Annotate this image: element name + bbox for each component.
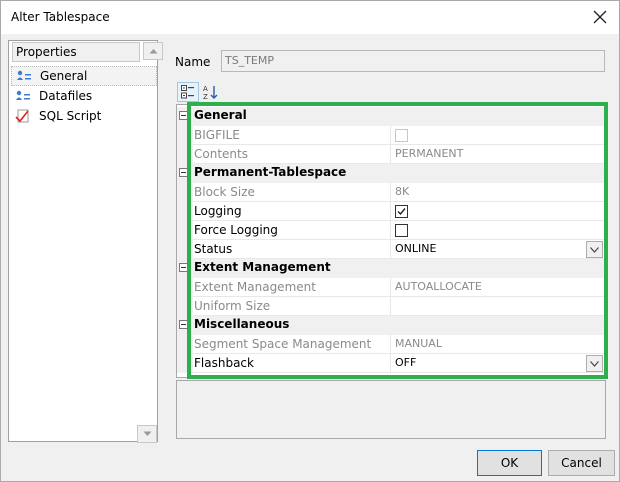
chevron-up-icon <box>149 49 157 54</box>
nav-item-datafiles[interactable]: Datafiles <box>11 86 157 106</box>
property-row-block-size[interactable]: Block Size 8K <box>177 183 605 202</box>
flashback-dropdown-button[interactable] <box>586 355 603 372</box>
property-row-status[interactable]: Status ONLINE <box>177 240 605 259</box>
property-description-panel <box>176 380 606 439</box>
sql-script-icon <box>15 109 31 123</box>
force-logging-checkbox[interactable] <box>395 224 408 237</box>
categorized-button[interactable] <box>177 82 199 102</box>
property-name: Flashback <box>193 354 391 373</box>
property-value <box>391 202 605 221</box>
alphabetical-button[interactable]: AZ <box>199 82 221 102</box>
property-value <box>391 221 605 240</box>
properties-nav-list: General Datafiles SQL Script <box>9 66 157 126</box>
property-value: 8K <box>391 183 605 202</box>
chevron-down-icon <box>590 246 599 253</box>
property-row-uniform-size[interactable]: Uniform Size <box>177 297 605 316</box>
flashback-dropdown[interactable]: OFF <box>391 354 605 373</box>
property-row-bigfile[interactable]: BIGFILE <box>177 126 605 145</box>
row-gutter <box>177 335 193 354</box>
collapse-icon[interactable] <box>179 111 188 120</box>
property-name: Extent Management <box>193 278 391 297</box>
alter-tablespace-dialog: Alter Tablespace Properties General Data… <box>0 0 620 482</box>
datafiles-icon <box>15 89 31 103</box>
bigfile-checkbox[interactable] <box>395 129 408 142</box>
name-label: Name <box>175 55 211 69</box>
title-bar: Alter Tablespace <box>1 1 619 34</box>
categorized-view-icon <box>181 85 194 99</box>
properties-panel: Properties General Datafiles SQL Script <box>8 40 163 443</box>
property-name: Force Logging <box>193 221 391 240</box>
category-label: Extent Management <box>194 260 331 274</box>
general-properties-icon <box>16 69 32 83</box>
category-label: Miscellaneous <box>194 317 290 331</box>
flashback-value: OFF <box>395 356 417 369</box>
row-gutter <box>177 240 193 259</box>
collapse-icon[interactable] <box>179 168 188 177</box>
property-name: BIGFILE <box>193 126 391 145</box>
scroll-down-button[interactable] <box>137 425 157 443</box>
property-grid: General BIGFILE Contents PERMANENT Perma… <box>176 104 606 378</box>
property-name: Block Size <box>193 183 391 202</box>
checkmark-icon <box>397 208 406 216</box>
property-value <box>391 297 605 316</box>
row-gutter <box>177 278 193 297</box>
scroll-up-button[interactable] <box>143 42 163 60</box>
svg-text:A: A <box>203 85 208 93</box>
window-title: Alter Tablespace <box>11 10 110 24</box>
nav-item-label: General <box>40 69 88 83</box>
collapse-icon[interactable] <box>179 263 188 272</box>
nav-item-sql-script[interactable]: SQL Script <box>11 106 157 126</box>
category-label: General <box>194 108 247 122</box>
category-general[interactable]: General <box>177 107 605 126</box>
property-name: Status <box>193 240 391 259</box>
status-dropdown[interactable]: ONLINE <box>391 240 605 259</box>
row-gutter <box>177 354 193 373</box>
status-value: ONLINE <box>395 242 437 255</box>
property-value: MANUAL <box>391 335 605 354</box>
alphabetical-sort-icon: AZ <box>203 85 218 100</box>
category-label: Permanent-Tablespace <box>194 165 347 179</box>
property-name: Logging <box>193 202 391 221</box>
close-button[interactable] <box>587 5 613 29</box>
ok-button[interactable]: OK <box>477 450 542 476</box>
properties-header: Properties <box>12 42 140 62</box>
logging-checkbox[interactable] <box>395 205 408 218</box>
property-value: AUTOALLOCATE <box>391 278 605 297</box>
property-row-extent-management[interactable]: Extent Management AUTOALLOCATE <box>177 278 605 297</box>
row-gutter <box>177 126 193 145</box>
name-field: TS_TEMP <box>221 50 605 72</box>
property-row-force-logging[interactable]: Force Logging <box>177 221 605 240</box>
property-row-contents[interactable]: Contents PERMANENT <box>177 145 605 164</box>
row-gutter <box>177 202 193 221</box>
property-value: PERMANENT <box>391 145 605 164</box>
property-value <box>391 126 605 145</box>
nav-item-label: Datafiles <box>39 89 93 103</box>
close-icon <box>593 10 607 24</box>
row-gutter <box>177 297 193 316</box>
property-row-flashback[interactable]: Flashback OFF <box>177 354 605 373</box>
status-dropdown-button[interactable] <box>586 241 603 258</box>
row-gutter <box>177 145 193 164</box>
collapse-icon[interactable] <box>179 320 188 329</box>
property-row-segment-space-management[interactable]: Segment Space Management MANUAL <box>177 335 605 354</box>
chevron-down-icon <box>590 360 599 367</box>
property-name: Uniform Size <box>193 297 391 316</box>
cancel-button[interactable]: Cancel <box>548 450 615 476</box>
category-miscellaneous[interactable]: Miscellaneous <box>177 316 605 335</box>
category-permanent-tablespace[interactable]: Permanent-Tablespace <box>177 164 605 183</box>
property-name: Contents <box>193 145 391 164</box>
row-gutter <box>177 221 193 240</box>
category-extent-management[interactable]: Extent Management <box>177 259 605 278</box>
nav-item-general[interactable]: General <box>11 66 157 86</box>
nav-item-label: SQL Script <box>39 109 102 123</box>
grid-toolbar: AZ <box>177 82 221 102</box>
row-gutter <box>177 183 193 202</box>
property-row-logging[interactable]: Logging <box>177 202 605 221</box>
chevron-down-icon <box>143 431 151 436</box>
svg-text:Z: Z <box>203 93 208 100</box>
property-name: Segment Space Management <box>193 335 391 354</box>
